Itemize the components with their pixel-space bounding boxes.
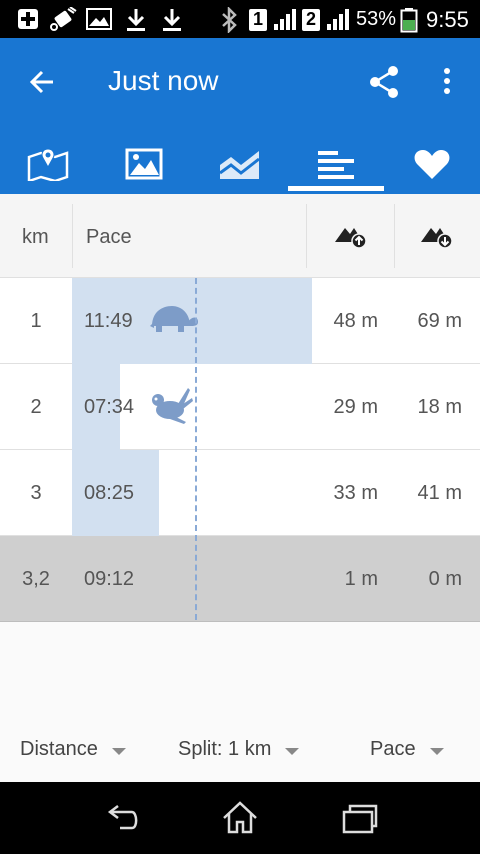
total-ascent-cell: 1 m — [344, 568, 378, 590]
km-cell: 3 — [30, 482, 42, 504]
status-bar: 1 2 53% 9:55 — [0, 0, 480, 38]
distance-dropdown[interactable]: Distance — [20, 734, 126, 764]
sim2-badge: 2 — [302, 9, 320, 31]
table-row[interactable]: 3 08:25 33 m 41 m — [0, 450, 480, 536]
descent-cell: 18 m — [417, 396, 462, 418]
table-header: km Pace — [0, 194, 480, 278]
total-descent-cell: 0 m — [428, 568, 462, 590]
total-km-cell: 3,2 — [22, 568, 50, 590]
tab-favorite[interactable] — [384, 134, 480, 194]
photo-icon — [125, 148, 163, 180]
ascent-cell: 48 m — [333, 310, 378, 332]
arrow-back-icon — [29, 70, 53, 94]
image-icon — [86, 8, 112, 30]
table-row[interactable]: 2 07:34 29 m 18 m — [0, 364, 480, 450]
share-button[interactable] — [364, 62, 404, 102]
table-row[interactable]: 1 11:49 48 m 69 m — [0, 278, 480, 364]
sim1-badge: 1 — [249, 9, 267, 31]
chevron-down-icon — [111, 747, 126, 755]
descent-cell: 41 m — [417, 482, 462, 504]
map-icon — [27, 148, 69, 181]
column-divider — [72, 204, 73, 268]
turtle-icon — [150, 306, 198, 332]
system-nav-bar — [0, 782, 480, 854]
tab-map[interactable] — [0, 134, 96, 194]
split-dropdown-label: Split: 1 km — [178, 737, 272, 760]
more-options-button[interactable] — [432, 62, 462, 102]
share-icon — [370, 66, 398, 98]
download-icon — [127, 9, 145, 31]
split-dropdown[interactable]: Split: 1 km — [178, 734, 300, 764]
tab-indicator — [288, 186, 384, 191]
pace-header: Pace — [86, 226, 132, 248]
pace-cell: 07:34 — [84, 396, 135, 418]
ascent-icon — [335, 228, 367, 249]
recents-nav-button[interactable] — [340, 798, 380, 838]
pace-cell: 08:25 — [84, 482, 135, 504]
total-pace-cell: 09:12 — [84, 568, 135, 590]
app-bar: Just now — [0, 38, 480, 194]
rabbit-icon — [152, 388, 193, 424]
home-nav-button[interactable] — [220, 798, 260, 838]
back-nav-button[interactable] — [102, 798, 142, 838]
tab-charts[interactable] — [192, 134, 288, 194]
chevron-down-icon — [429, 747, 444, 755]
download-icon — [163, 9, 181, 31]
km-cell: 1 — [30, 310, 42, 332]
battery-percent: 53% — [356, 8, 397, 30]
pace-dropdown[interactable]: Pace — [370, 734, 444, 764]
battery-icon — [400, 8, 418, 33]
back-button[interactable] — [22, 62, 62, 102]
km-cell: 2 — [30, 396, 42, 418]
descent-cell: 69 m — [417, 310, 462, 332]
chevron-down-icon — [285, 747, 300, 755]
ascent-cell: 33 m — [333, 482, 378, 504]
descent-icon — [421, 228, 453, 249]
column-divider — [306, 204, 307, 268]
distance-dropdown-label: Distance — [20, 737, 98, 760]
bluetooth-icon — [222, 7, 237, 33]
clock: 9:55 — [426, 7, 469, 32]
signal-icon — [327, 9, 349, 30]
splits-panel: km Pace 1 11:49 48 m 69 m 2 07:34 29 m 1… — [0, 194, 480, 782]
splits-icon — [318, 151, 354, 179]
chart-icon — [219, 151, 260, 179]
tab-bar — [0, 134, 480, 194]
more-vert-icon — [444, 68, 450, 94]
km-header: km — [22, 226, 49, 248]
add-box-icon — [18, 9, 38, 29]
signal-icon — [274, 9, 296, 30]
footer-controls: Distance Split: 1 km Pace — [0, 714, 480, 782]
total-row: 3,2 09:12 1 m 0 m — [0, 536, 480, 622]
pace-cell: 11:49 — [84, 310, 133, 332]
tab-photos[interactable] — [96, 134, 192, 194]
ascent-cell: 29 m — [333, 396, 378, 418]
pace-dropdown-label: Pace — [370, 737, 416, 760]
gps-off-icon — [50, 7, 77, 31]
heart-icon — [414, 150, 450, 179]
average-pace-line — [195, 278, 197, 620]
tab-splits[interactable] — [288, 134, 384, 194]
column-divider — [394, 204, 395, 268]
page-title: Just now — [108, 65, 219, 96]
